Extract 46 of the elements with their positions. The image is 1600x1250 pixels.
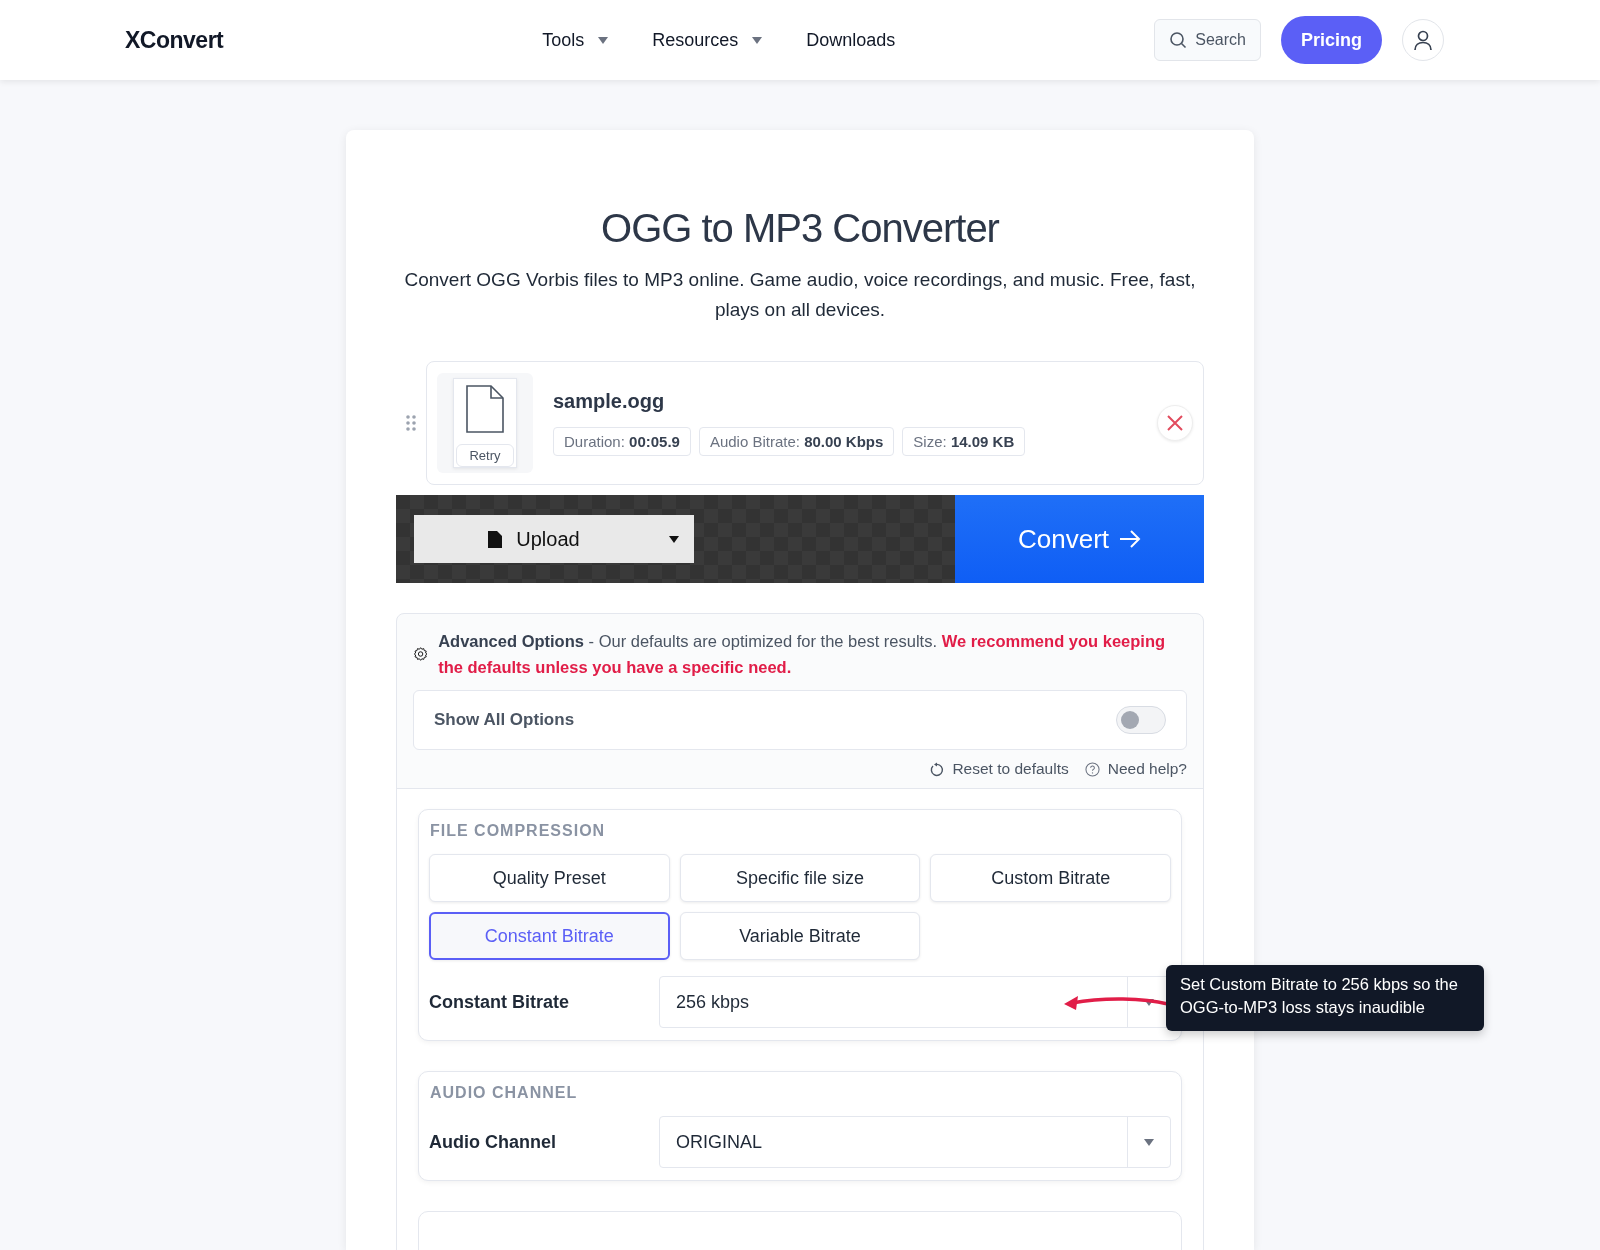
help-link[interactable]: Need help? xyxy=(1084,760,1187,778)
close-icon xyxy=(1167,415,1183,431)
nav-link[interactable]: Downloads xyxy=(806,29,896,51)
page-title: OGG to MP3 Converter xyxy=(600,206,1001,251)
drag-handle-icon[interactable] xyxy=(406,415,416,431)
option-button[interactable]: Specific file size xyxy=(679,854,921,902)
section-heading: AUDIO CHANNEL xyxy=(430,1084,578,1102)
help-icon xyxy=(1084,761,1100,777)
page-subtitle: Convert OGG Vorbis files to MP3 online. Game audio, voice recordings, and music. Free, fast, plays on all devices. xyxy=(403,268,1197,322)
caret-icon xyxy=(669,535,679,543)
file-meta-tag: Audio Bitrate: 80.00 Kbps xyxy=(698,427,895,456)
section-heading: FILE COMPRESSION xyxy=(430,822,606,840)
user-icon xyxy=(1412,29,1434,51)
document-icon xyxy=(466,385,504,433)
reset-icon xyxy=(930,761,945,777)
option-button[interactable]: Variable Bitrate xyxy=(679,912,921,960)
toggle-label: Show All Options xyxy=(434,710,575,730)
caret-icon xyxy=(1144,1138,1154,1146)
field-label: Audio Channel xyxy=(429,1131,557,1153)
arrow-right-icon xyxy=(1119,529,1141,549)
remove-button[interactable] xyxy=(1157,405,1193,441)
file-meta-tag: Duration: 00:05.9 xyxy=(553,427,691,456)
option-button[interactable]: Custom Bitrate xyxy=(930,854,1171,902)
logo[interactable]: XConvert xyxy=(125,26,224,54)
select-field[interactable]: ORIGINAL xyxy=(659,1116,1171,1168)
search-icon xyxy=(1169,31,1188,49)
nav-link[interactable]: Resources xyxy=(652,29,763,51)
caret-icon xyxy=(598,36,609,44)
pricing-button[interactable]: Pricing xyxy=(1281,16,1382,64)
search-field[interactable]: Search xyxy=(1154,19,1261,61)
field-label: Constant Bitrate xyxy=(429,991,570,1013)
upload-button[interactable]: Upload xyxy=(414,515,694,563)
reset-link[interactable]: Reset to defaults xyxy=(930,760,1069,778)
retry-button[interactable]: Retry xyxy=(456,444,514,467)
advanced-options-notice: Advanced Options - Our defaults are optimized for the best results. We recommend you keeping the defaults unless you have a specific need. xyxy=(438,631,1167,678)
file-icon xyxy=(488,530,503,548)
nav-link[interactable]: Tools xyxy=(542,29,609,51)
convert-button[interactable]: Convert xyxy=(955,495,1204,583)
tooltip: Set Custom Bitrate to 256 kbps so the OGG-to-MP3 loss stays inaudible xyxy=(1166,965,1484,1031)
option-button[interactable]: Constant Bitrate xyxy=(429,912,670,960)
caret-icon xyxy=(752,36,763,44)
toggle-switch[interactable] xyxy=(1116,706,1166,734)
file-name: sample.ogg xyxy=(553,390,665,413)
account-button[interactable] xyxy=(1402,19,1444,61)
file-meta-tag: Size: 14.09 KB xyxy=(902,427,1026,456)
option-button[interactable]: Quality Preset xyxy=(429,854,670,902)
